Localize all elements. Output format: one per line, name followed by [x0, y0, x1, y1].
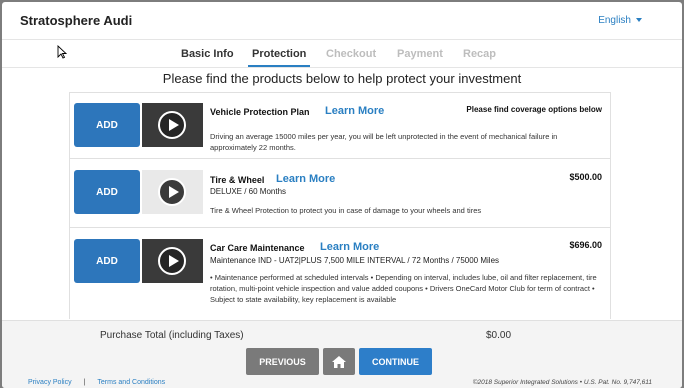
play-icon — [158, 111, 186, 139]
add-button[interactable]: ADD — [74, 170, 140, 214]
terms-link[interactable]: Terms and Conditions — [97, 379, 165, 386]
chevron-down-icon — [636, 18, 642, 23]
learn-more-link[interactable]: Learn More — [276, 173, 335, 185]
product-video-thumbnail[interactable] — [142, 103, 203, 147]
tab-recap[interactable]: Recap — [463, 48, 496, 60]
product-item-vehicle-protection: ADD Vehicle Protection Plan Learn More P… — [70, 93, 610, 159]
purchase-total-value: $0.00 — [486, 330, 512, 341]
learn-more-link[interactable]: Learn More — [320, 241, 379, 253]
product-subtitle: DELUXE / 60 Months — [210, 187, 287, 196]
purchase-total-label: Purchase Total (including Taxes) — [100, 330, 244, 341]
product-price: Please find coverage options below — [466, 105, 602, 114]
product-description: • Maintenance performed at scheduled int… — [210, 273, 597, 304]
add-button[interactable]: ADD — [74, 239, 140, 283]
tab-payment[interactable]: Payment — [397, 48, 443, 60]
modal-header: Stratosphere Audi English — [2, 2, 682, 40]
product-price: $696.00 — [569, 240, 602, 250]
footer-separator: | — [83, 379, 86, 386]
language-selector[interactable]: English — [598, 15, 642, 26]
dealer-name: Stratosphere Audi — [20, 13, 133, 28]
product-title: Vehicle Protection Plan — [210, 107, 310, 117]
footer-links: Privacy Policy | Terms and Conditions — [28, 379, 165, 386]
copyright-text: ©2018 Superior Integrated Solutions • U.… — [472, 379, 652, 386]
tab-basic-info[interactable]: Basic Info — [181, 48, 234, 60]
play-icon — [158, 247, 186, 275]
product-title: Tire & Wheel — [210, 175, 265, 185]
page-heading: Please find the products below to help p… — [162, 71, 522, 86]
product-description: Tire & Wheel Protection to protect you i… — [210, 206, 482, 215]
tab-checkout[interactable]: Checkout — [326, 48, 376, 60]
product-subtitle: Maintenance IND - UAT2|PLUS 7,500 MILE I… — [210, 256, 500, 265]
product-price: $500.00 — [569, 172, 602, 182]
protection-modal: Stratosphere Audi English Basic Info Pro… — [2, 2, 682, 388]
learn-more-link[interactable]: Learn More — [325, 105, 384, 117]
language-label: English — [598, 15, 631, 26]
product-description: Driving an average 15000 miles per year,… — [210, 132, 558, 152]
product-list[interactable]: ADD Vehicle Protection Plan Learn More P… — [69, 92, 611, 319]
add-button[interactable]: ADD — [74, 103, 140, 147]
privacy-policy-link[interactable]: Privacy Policy — [28, 379, 72, 386]
tab-protection[interactable]: Protection — [247, 48, 311, 67]
product-video-thumbnail[interactable] — [142, 239, 203, 283]
product-title: Car Care Maintenance — [210, 243, 305, 253]
play-icon — [158, 178, 186, 206]
home-button[interactable] — [323, 348, 355, 375]
product-video-thumbnail[interactable] — [142, 170, 203, 214]
step-tabs: Basic Info Protection Checkout Payment R… — [2, 41, 682, 68]
continue-button[interactable]: CONTINUE — [359, 348, 432, 375]
product-item-tire-wheel: ADD Tire & Wheel Learn More $500.00 DELU… — [70, 159, 610, 228]
home-icon — [332, 355, 346, 368]
previous-button[interactable]: PREVIOUS — [246, 348, 319, 375]
product-item-car-care: ADD Car Care Maintenance Learn More $696… — [70, 228, 610, 319]
